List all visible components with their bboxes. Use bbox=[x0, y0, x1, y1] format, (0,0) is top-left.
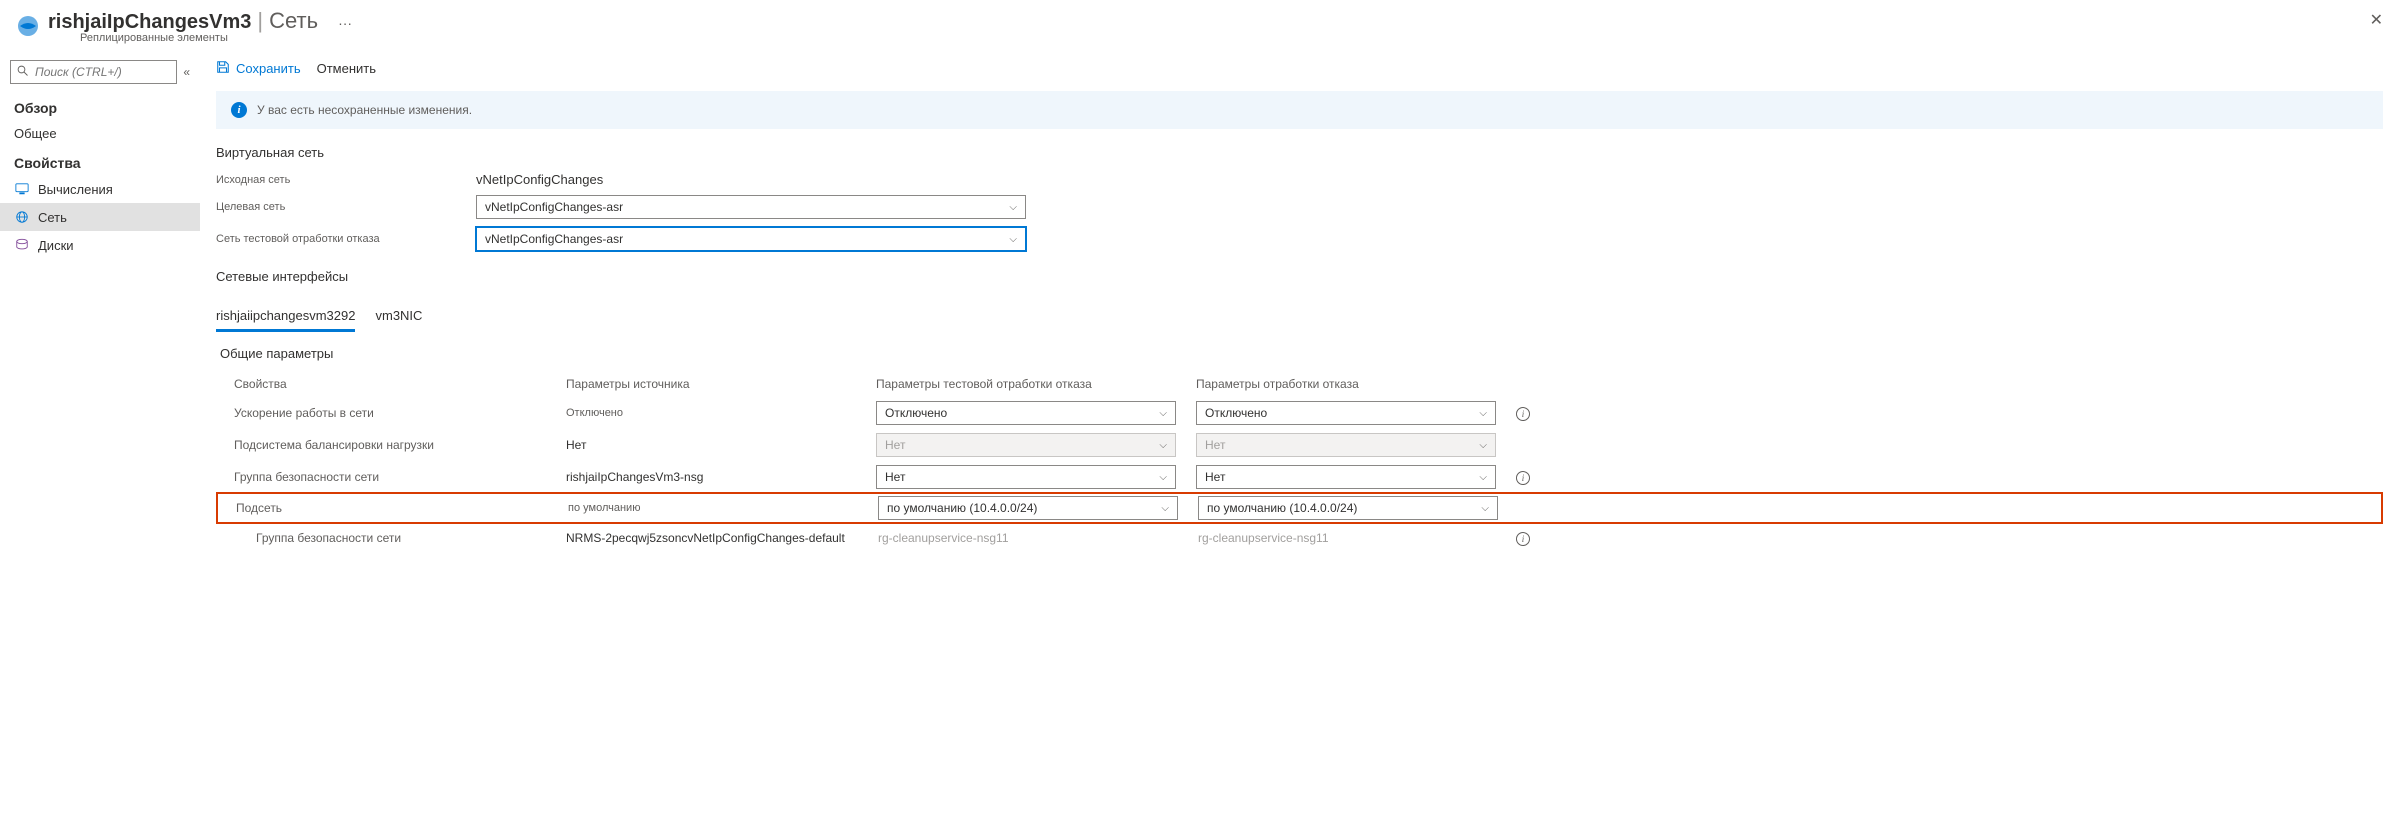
col-fail: Параметры отработки отказа bbox=[1196, 377, 1516, 391]
row-accelerated-networking: Ускорение работы в сети Отключено Отключ… bbox=[216, 397, 2383, 429]
row-subnet: Подсеть по умолчанию по умолчанию (10.4.… bbox=[216, 492, 2383, 524]
general-section-title: Общие параметры bbox=[220, 346, 2383, 361]
row-load-balancer: Подсистема балансировки нагрузки Нет Нет… bbox=[216, 429, 2383, 461]
nav-overview[interactable]: Обзор bbox=[0, 92, 200, 120]
testfo-net-label: Сеть тестовой отработки отказа bbox=[216, 233, 476, 245]
nav-compute[interactable]: Вычисления bbox=[0, 175, 200, 203]
info-circle-icon[interactable]: i bbox=[1516, 532, 1530, 546]
chevron-down-icon: ⌵ bbox=[1009, 234, 1017, 245]
disks-icon bbox=[14, 237, 30, 253]
title-divider: | bbox=[257, 8, 263, 34]
accel-fail-select[interactable]: Отключено⌵ bbox=[1196, 401, 1496, 425]
blade-title: Сеть bbox=[269, 8, 318, 34]
compute-icon bbox=[14, 181, 30, 197]
accel-test-select[interactable]: Отключено⌵ bbox=[876, 401, 1176, 425]
nic-tab-1[interactable]: rishjaiipchangesvm3292 bbox=[216, 302, 355, 332]
row-subnet-nsg: Группа безопасности сети NRMS-2pecqwj5zs… bbox=[216, 523, 2383, 553]
nic-tab-2[interactable]: vm3NIC bbox=[375, 302, 422, 332]
save-button[interactable]: Сохранить bbox=[216, 60, 301, 77]
nsg-test-select[interactable]: Нет⌵ bbox=[876, 465, 1176, 489]
nav-general[interactable]: Общее bbox=[0, 120, 200, 147]
testfo-net-select[interactable]: vNetIpConfigChanges-asr ⌵ bbox=[476, 227, 1026, 251]
nav-properties: Свойства bbox=[0, 147, 200, 175]
vnet-section-title: Виртуальная сеть bbox=[216, 145, 2383, 160]
network-icon bbox=[14, 209, 30, 225]
vm-icon bbox=[16, 14, 40, 38]
save-icon bbox=[216, 60, 230, 77]
nsg-fail-select[interactable]: Нет⌵ bbox=[1196, 465, 1496, 489]
source-net-label: Исходная сеть bbox=[216, 174, 476, 186]
lb-test-select: Нет⌵ bbox=[876, 433, 1176, 457]
cancel-button[interactable]: Отменить bbox=[317, 60, 376, 77]
close-icon[interactable]: ✕ bbox=[2370, 10, 2383, 30]
subnet-test-select[interactable]: по умолчанию (10.4.0.0/24)⌵ bbox=[878, 496, 1178, 520]
settings-table: Свойства Параметры источника Параметры т… bbox=[216, 371, 2383, 553]
info-icon: i bbox=[231, 102, 247, 118]
resource-name: rishjaiIpChangesVm3 bbox=[48, 11, 251, 34]
subnet-fail-select[interactable]: по умолчанию (10.4.0.0/24)⌵ bbox=[1198, 496, 1498, 520]
target-net-label: Целевая сеть bbox=[216, 201, 476, 213]
info-banner: i У вас есть несохраненные изменения. bbox=[216, 91, 2383, 129]
lb-fail-select: Нет⌵ bbox=[1196, 433, 1496, 457]
target-net-select[interactable]: vNetIpConfigChanges-asr ⌵ bbox=[476, 195, 1026, 219]
col-properties: Свойства bbox=[216, 377, 566, 391]
col-source: Параметры источника bbox=[566, 377, 876, 391]
sidebar: « Обзор Общее Свойства Вычисления Сеть Д… bbox=[0, 52, 200, 561]
banner-text: У вас есть несохраненные изменения. bbox=[257, 103, 472, 117]
row-nsg: Группа безопасности сети rishjaiIpChange… bbox=[216, 461, 2383, 493]
info-circle-icon[interactable]: i bbox=[1516, 407, 1530, 421]
nav-disks[interactable]: Диски bbox=[0, 231, 200, 259]
more-icon[interactable]: ··· bbox=[338, 15, 352, 31]
nav-network[interactable]: Сеть bbox=[0, 203, 200, 231]
collapse-sidebar-icon[interactable]: « bbox=[183, 65, 190, 79]
col-test: Параметры тестовой отработки отказа bbox=[876, 377, 1196, 391]
search-icon bbox=[17, 65, 29, 80]
search-input[interactable] bbox=[10, 60, 177, 84]
source-net-value: vNetIpConfigChanges bbox=[476, 172, 603, 187]
chevron-down-icon: ⌵ bbox=[1009, 202, 1017, 213]
nics-section-title: Сетевые интерфейсы bbox=[216, 269, 2383, 284]
info-circle-icon[interactable]: i bbox=[1516, 471, 1530, 485]
